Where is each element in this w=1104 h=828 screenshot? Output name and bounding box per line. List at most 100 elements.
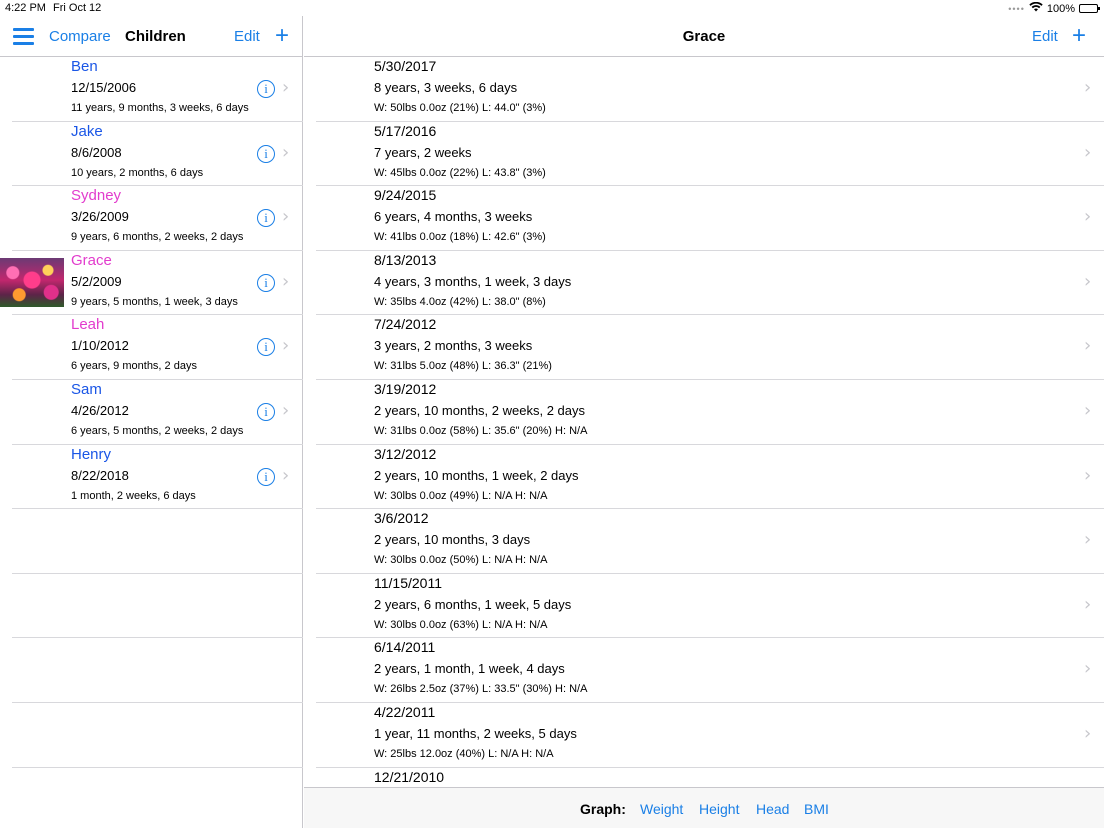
child-age: 11 years, 9 months, 3 weeks, 6 days	[71, 102, 249, 114]
chevron-right-icon: ›	[282, 206, 290, 228]
chevron-right-icon: ›	[282, 464, 290, 486]
entry-measurements: W: 30lbs 0.0oz (50%) L: N/A H: N/A	[374, 554, 548, 567]
measurement-row[interactable]: 3/19/2012 2 years, 10 months, 2 weeks, 2 …	[316, 380, 1104, 445]
child-row[interactable]: Grace 5/2/2009 9 years, 5 months, 1 week, …	[12, 251, 303, 316]
entry-date: 7/24/2012	[374, 316, 437, 333]
measurement-row[interactable]: 3/6/2012 2 years, 10 months, 3 days W: 30l…	[316, 509, 1104, 574]
entry-age: 2 years, 10 months, 2 weeks, 2 days	[374, 403, 585, 418]
entry-date: 11/15/2011	[374, 574, 442, 591]
measurement-row[interactable]: 9/24/2015 6 years, 4 months, 3 weeks W: 41…	[316, 186, 1104, 251]
entry-date: 3/19/2012	[374, 381, 437, 397]
status-right: •••• 100%	[1008, 1, 1100, 15]
child-age: 9 years, 5 months, 1 week, 3 days	[71, 295, 238, 308]
child-name: Jake	[71, 122, 103, 140]
status-date: Fri Oct 12	[53, 2, 102, 14]
empty-row	[12, 509, 303, 574]
child-birthdate: 5/2/2009	[71, 273, 122, 289]
menu-icon[interactable]	[13, 28, 34, 45]
chevron-right-icon: ›	[282, 141, 290, 163]
chevron-right-icon: ›	[1084, 464, 1092, 486]
child-birthdate: 4/26/2012	[71, 403, 129, 418]
entry-age: 4 years, 3 months, 1 week, 3 days	[374, 273, 572, 289]
entry-date: 8/13/2013	[374, 251, 437, 268]
child-row[interactable]: Henry 8/22/2018 1 month, 2 weeks, 6 days i ›	[12, 445, 303, 510]
entry-age: 3 years, 2 months, 3 weeks	[374, 338, 533, 354]
entry-date: 12/21/2010	[374, 768, 445, 785]
chevron-right-icon: ›	[282, 335, 290, 357]
chevron-right-icon: ›	[282, 270, 290, 292]
child-birthdate: 1/10/2012	[71, 338, 129, 354]
child-name: Ben	[71, 58, 98, 75]
entry-date: 3/6/2012	[374, 510, 429, 527]
chevron-right-icon: ›	[1084, 658, 1092, 680]
child-name: Henry	[71, 445, 112, 463]
entry-measurements: W: 45lbs 0.0oz (22%) L: 43.8" (3%)	[374, 166, 546, 179]
graph-bar: Graph: Weight Height Head BMI	[304, 787, 1104, 828]
child-birthdate: 3/26/2009	[71, 209, 129, 225]
child-row[interactable]: Sydney 3/26/2009 9 years, 6 months, 2 week…	[12, 186, 303, 251]
measurement-row[interactable]: 7/24/2012 3 years, 2 months, 3 weeks W: 31…	[316, 315, 1104, 380]
entry-date: 9/24/2015	[374, 187, 437, 204]
measurement-row[interactable]: 3/12/2012 2 years, 10 months, 1 week, 2 d…	[316, 445, 1104, 510]
child-row[interactable]: Jake 8/6/2008 10 years, 2 months, 6 days i ›	[12, 122, 303, 187]
measurement-row[interactable]: 5/30/2017 8 years, 3 weeks, 6 days W: 50lb…	[316, 57, 1104, 122]
entry-measurements: W: 26lbs 2.5oz (37%) L: 33.5" (30%) H: N…	[374, 683, 588, 696]
entry-age: 7 years, 2 weeks	[374, 144, 472, 160]
chevron-right-icon: ›	[1084, 529, 1092, 551]
status-time: 4:22 PM	[5, 2, 46, 14]
entry-age: 1 year, 11 months, 2 weeks, 5 days	[374, 726, 577, 741]
children-title: Children	[125, 28, 186, 45]
info-icon[interactable]: i	[257, 273, 275, 292]
child-row[interactable]: Leah 1/10/2012 6 years, 9 months, 2 days i ›	[12, 315, 303, 380]
measurement-row[interactable]: 5/17/2016 7 years, 2 weeks W: 45lbs 0.0oz …	[316, 122, 1104, 187]
child-name: Grace	[71, 251, 112, 269]
child-age: 1 month, 2 weeks, 6 days	[71, 489, 196, 502]
child-age: 6 years, 5 months, 2 weeks, 2 days	[71, 425, 244, 437]
info-icon[interactable]: i	[257, 403, 275, 421]
child-birthdate: 8/22/2018	[71, 467, 129, 483]
entry-age: 6 years, 4 months, 3 weeks	[374, 209, 533, 225]
chevron-right-icon: ›	[282, 77, 290, 98]
child-row[interactable]: Sam 4/26/2012 6 years, 5 months, 2 weeks, …	[12, 380, 303, 445]
measurement-row[interactable]: 8/13/2013 4 years, 3 months, 1 week, 3 da…	[316, 251, 1104, 316]
info-icon[interactable]: i	[257, 467, 275, 486]
chevron-right-icon: ›	[1084, 206, 1092, 228]
graph-head-button[interactable]: Head	[756, 801, 789, 817]
empty-row	[12, 638, 303, 703]
chevron-right-icon: ›	[1084, 723, 1092, 744]
child-birthdate: 12/15/2006	[71, 80, 137, 95]
compare-button[interactable]: Compare	[49, 28, 111, 45]
entry-list[interactable]: 5/30/2017 8 years, 3 weeks, 6 days W: 50lb…	[304, 57, 1104, 787]
info-icon[interactable]: i	[257, 80, 275, 98]
measurement-row[interactable]: 11/15/2011 2 years, 6 months, 1 week, 5 d…	[316, 574, 1104, 639]
info-icon[interactable]: i	[257, 338, 275, 357]
child-name: Sydney	[71, 187, 122, 205]
child-age: 6 years, 9 months, 2 days	[71, 360, 197, 373]
entry-measurements: W: 50lbs 0.0oz (21%) L: 44.0" (3%)	[374, 102, 546, 114]
entry-date: 3/12/2012	[374, 445, 437, 462]
entry-date: 6/14/2011	[374, 639, 436, 656]
children-edit-button[interactable]: Edit	[234, 28, 260, 45]
entries-pane: Grace Edit + 5/30/2017 8 years, 3 weeks, …	[304, 16, 1104, 828]
children-pane: Compare Children Edit + Ben 12/15/2006 11 …	[0, 16, 303, 828]
child-age: 9 years, 6 months, 2 weeks, 2 days	[71, 231, 244, 244]
entries-edit-button[interactable]: Edit	[1032, 28, 1058, 45]
info-icon[interactable]: i	[257, 144, 275, 163]
entry-age: 2 years, 10 months, 1 week, 2 days	[374, 467, 579, 483]
graph-height-button[interactable]: Height	[699, 801, 739, 817]
add-child-icon[interactable]: +	[275, 24, 289, 48]
info-icon[interactable]: i	[257, 209, 275, 228]
child-row[interactable]: Ben 12/15/2006 11 years, 9 months, 3 weeks…	[12, 57, 303, 122]
entry-measurements: W: 35lbs 4.0oz (42%) L: 38.0" (8%)	[374, 295, 546, 308]
measurement-row[interactable]: 12/21/2010	[316, 768, 1104, 787]
chevron-right-icon: ›	[1084, 270, 1092, 292]
entry-age: 2 years, 1 month, 1 week, 4 days	[374, 661, 565, 677]
add-entry-icon[interactable]: +	[1072, 24, 1086, 48]
measurement-row[interactable]: 4/22/2011 1 year, 11 months, 2 weeks, 5 d…	[316, 703, 1104, 768]
measurement-row[interactable]: 6/14/2011 2 years, 1 month, 1 week, 4 day…	[316, 638, 1104, 703]
status-bar: 4:22 PM Fri Oct 12 •••• 100%	[0, 0, 1104, 16]
graph-bmi-button[interactable]: BMI	[804, 801, 829, 817]
graph-weight-button[interactable]: Weight	[640, 801, 683, 817]
empty-row	[12, 574, 303, 639]
child-name: Sam	[71, 381, 102, 398]
